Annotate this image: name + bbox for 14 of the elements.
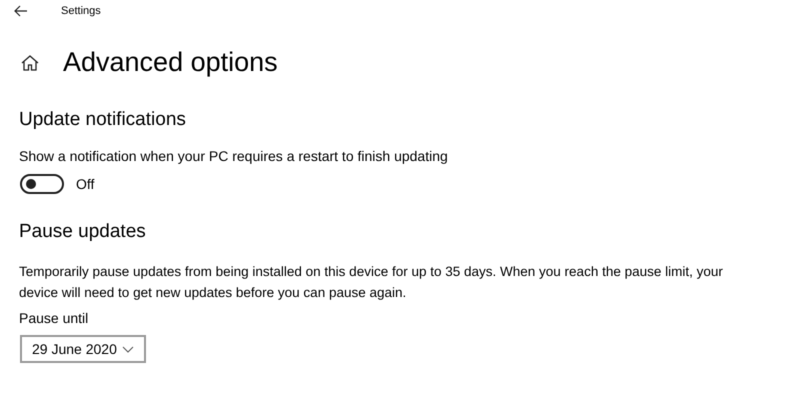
description-line: Temporarily pause updates from being installed on this device for up to 35 days. When you reach the pause limit, your	[19, 263, 724, 281]
page-title: Advanced options	[63, 47, 278, 78]
date-dropdown[interactable]: 29 June 2020	[20, 335, 146, 363]
section-heading: Update notifications	[18, 109, 187, 131]
toggle-state: Off	[76, 176, 94, 192]
setting-label: Show a notification when your PC requires a restart to finish updating	[18, 148, 449, 164]
description-line: device will need to get new updates before you can pause again.	[19, 284, 408, 302]
home-icon[interactable]	[21, 54, 39, 70]
window-title: Settings	[61, 5, 101, 17]
chevron-down-icon	[122, 346, 134, 352]
toggle-switch[interactable]	[20, 174, 64, 194]
back-icon[interactable]	[14, 5, 28, 17]
field-label: Pause until	[18, 310, 90, 326]
section-heading: Pause updates	[18, 221, 147, 243]
